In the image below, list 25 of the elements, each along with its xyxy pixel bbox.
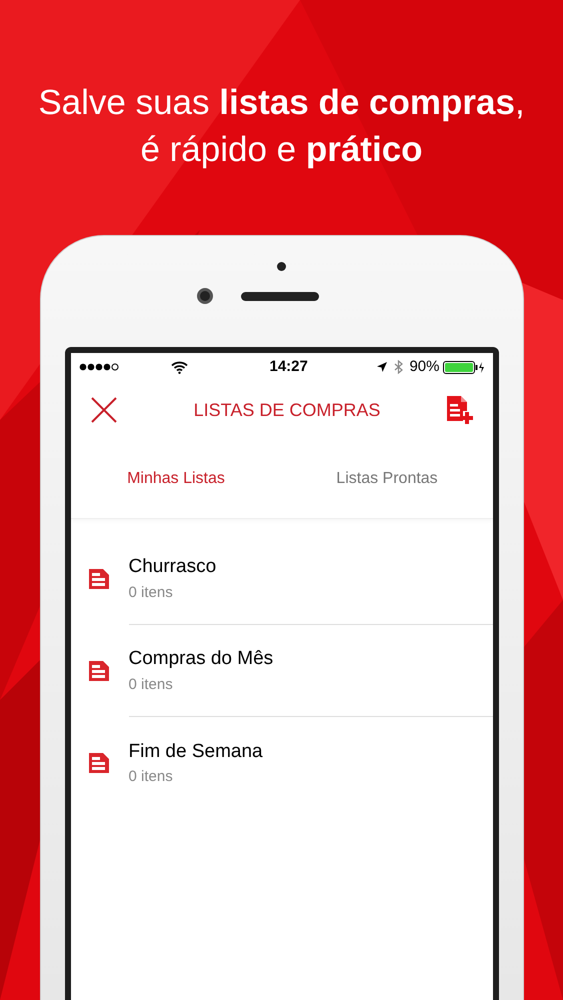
- headline-text: é rápido e prático: [140, 129, 423, 171]
- list-name[interactable]: Compras do Mês: [128, 645, 492, 674]
- headline-text: Salve suas listas de compras,: [38, 82, 525, 124]
- list-name[interactable]: Fim de Semana: [128, 738, 492, 766]
- item-count: 0 itens: [128, 582, 174, 602]
- battery-icon: [442, 360, 484, 374]
- status-time: 14:27: [270, 356, 308, 377]
- item-count: 0 itens: [128, 674, 174, 694]
- battery-percent: 90%: [409, 356, 440, 377]
- tab[interactable]: Minhas Listas: [70, 466, 282, 490]
- screen-title: LISTAS DE COMPRAS: [194, 398, 380, 422]
- new-document-icon[interactable]: [446, 395, 472, 425]
- document-icon: [88, 660, 110, 682]
- location-icon: [376, 361, 388, 373]
- tab[interactable]: Listas Prontas: [282, 466, 492, 490]
- wifi-icon: [170, 360, 188, 374]
- document-icon: [88, 568, 110, 590]
- speaker-icon: [240, 292, 318, 300]
- sensor-icon: [277, 262, 286, 271]
- camera-icon: [196, 288, 212, 304]
- close-icon[interactable]: [90, 397, 116, 423]
- list-name[interactable]: Churrasco: [128, 553, 492, 582]
- bluetooth-icon: [394, 360, 404, 374]
- document-icon: [88, 752, 110, 774]
- item-count: 0 itens: [128, 767, 174, 787]
